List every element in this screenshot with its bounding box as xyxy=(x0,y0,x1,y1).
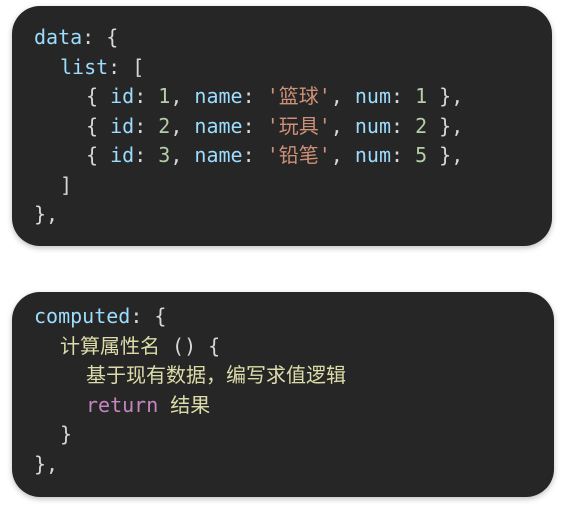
method-close-brace: } xyxy=(60,422,73,446)
code-line-method-close: } xyxy=(34,420,554,450)
list-item: { id: 2, name: '玩具', num: 2 }, xyxy=(86,113,464,138)
data-key: data xyxy=(34,25,83,49)
list-item: { id: 1, name: '篮球', num: 1 }, xyxy=(86,84,464,108)
return-keyword: return xyxy=(86,392,159,417)
item-num-value: 1 xyxy=(415,84,428,108)
item-num-value: 2 xyxy=(415,113,428,138)
list-key: list xyxy=(60,54,109,79)
item-name-key: name xyxy=(194,113,243,138)
item-num-key: num xyxy=(354,113,391,138)
item-id-key: id xyxy=(110,113,135,138)
item-num-value: 5 xyxy=(415,143,428,167)
computed-key: computed xyxy=(34,304,131,328)
item-name-value: '铅笔' xyxy=(266,143,331,167)
item-num-key: num xyxy=(354,84,391,108)
code-panel-computed: computed: { 计算属性名 () { 基于现有数据，编写求值逻辑 ret… xyxy=(12,292,554,497)
method-signature: () { xyxy=(160,333,221,358)
item-id-key: id xyxy=(110,143,135,167)
computed-method-name: 计算属性名 xyxy=(60,333,160,358)
data-open-brace: : { xyxy=(82,25,119,49)
code-line-method-signature: 计算属性名 () { xyxy=(34,332,554,362)
code-line-return: return 结果 xyxy=(34,391,554,421)
item-id-value: 1 xyxy=(158,84,171,108)
item-name-value: '玩具' xyxy=(266,113,331,138)
code-line-data-open: data: { xyxy=(34,23,552,53)
item-name-value: '篮球' xyxy=(266,84,331,108)
list-item: { id: 3, name: '铅笔', num: 5 }, xyxy=(86,143,464,167)
code-line-data-close: }, xyxy=(34,200,552,230)
code-panel-data: data: { list: [ { id: 1, name: '篮球', num… xyxy=(12,6,552,246)
list-open-bracket: : [ xyxy=(108,54,145,79)
computed-open-brace: : { xyxy=(130,304,167,328)
computed-close-brace: }, xyxy=(34,451,59,476)
data-close-brace: }, xyxy=(34,202,59,226)
method-body-text: 基于现有数据，编写求值逻辑 xyxy=(86,363,346,387)
return-value: 结果 xyxy=(158,392,211,417)
code-line-method-body: 基于现有数据，编写求值逻辑 xyxy=(34,361,554,391)
item-num-key: num xyxy=(354,143,391,167)
item-name-key: name xyxy=(194,84,243,108)
code-line-computed-close: }, xyxy=(34,450,554,480)
code-line-computed-open: computed: { xyxy=(34,302,554,332)
item-id-value: 3 xyxy=(158,143,171,167)
item-id-key: id xyxy=(110,84,135,108)
code-line-list-close: ] xyxy=(34,171,552,201)
list-close-bracket: ] xyxy=(60,172,73,197)
code-line-list-open: list: [ xyxy=(34,53,552,83)
item-id-value: 2 xyxy=(158,113,171,138)
item-name-key: name xyxy=(194,143,243,167)
